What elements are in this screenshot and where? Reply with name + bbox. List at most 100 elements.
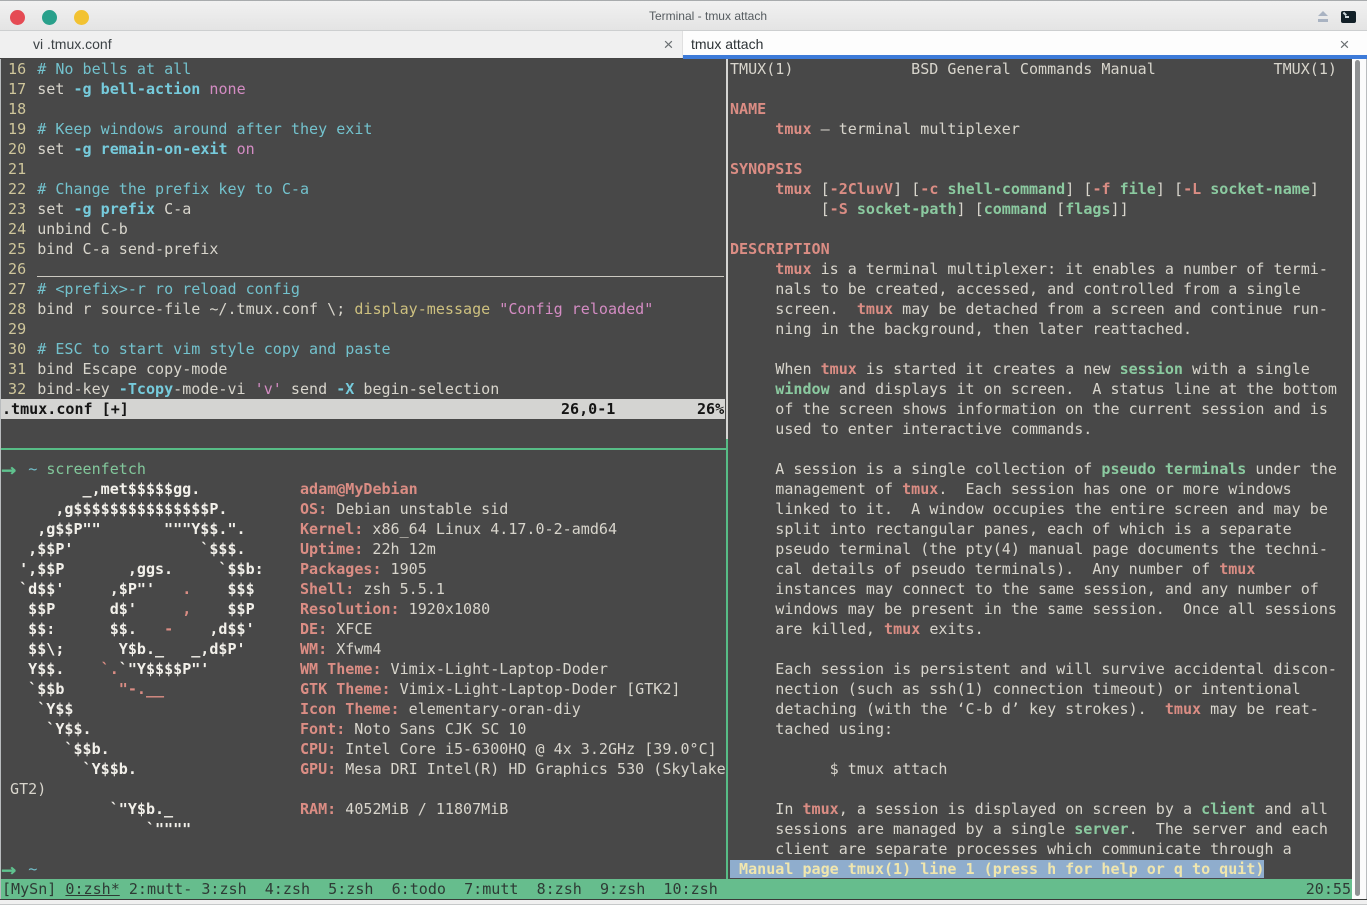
shell-line: ,$$P' `$$$. Uptime: 22h 12m [1,539,436,559]
close-icon[interactable]: × [1336,37,1353,54]
vi-line: 23 set -g prefix C-a [1,199,191,219]
man-line: [-S socket-path] [command [flags]] [730,199,1129,219]
man-line: are killed, tmux exits. [730,619,984,639]
man-line: tached using: [730,719,893,739]
man-line: screen. tmux may be detached from a scre… [730,299,1328,319]
tab-label: vi .tmux.conf [33,31,112,58]
man-line: Each session is persistent and will surv… [730,659,1337,679]
man-line: tmux [-2CluvV] [-c shell-command] [-f fi… [730,179,1319,199]
shell-line: GT2) [1,779,46,799]
tmux-window-6[interactable]: 6:todo [392,880,446,898]
shell-line: _,met$$$$$gg. adam@MyDebian [1,479,418,499]
man-line: TMUX(1) BSD General Commands Manual TMUX… [730,59,1337,79]
vi-filename: .tmux.conf [+] [2,399,129,419]
terminal-viewport[interactable]: 16 # No bells at all 17 set -g bell-acti… [1,59,1352,899]
tmux-window-3[interactable]: 3:zsh [201,880,246,898]
vi-line: 16 # No bells at all [1,59,191,79]
close-icon[interactable]: × [660,37,677,54]
man-line: detaching (with the ‘C-b d’ key strokes)… [730,699,1319,719]
vi-line: 26 [1,259,37,279]
terminal-window: Terminal - tmux attach vi .tmux.conf × t… [0,0,1367,905]
shell-line: $$: $$. - ,d$$' DE: XFCE [1,619,372,639]
vi-line: 18 [1,99,37,119]
man-line: of the screen shows information on the c… [730,399,1328,419]
vi-statusline: .tmux.conf [+] 26,0-1 26% [1,399,725,419]
man-line: split into rectangular panes, each of wh… [730,519,1292,539]
man-line: DESCRIPTION [730,239,830,259]
vi-line: 31 bind Escape copy-mode [1,359,228,379]
vi-line: 24 unbind C-b [1,219,128,239]
tmux-window-4[interactable]: 4:zsh [265,880,310,898]
tmux-window-0[interactable]: 0:zsh* [65,880,119,898]
tmux-session-name: [MySn] [2,880,65,898]
vi-cursorline-rule [37,276,724,277]
man-line: management of tmux. Each session has one… [730,479,1292,499]
scrollbar-thumb[interactable] [1355,60,1360,896]
tmux-window-5[interactable]: 5:zsh [328,880,373,898]
man-line: cal details of pseudo terminals). Any nu… [730,559,1255,579]
close-button[interactable] [10,10,25,25]
shell-line: `$$b. CPU: Intel Core i5-6300HQ @ 4x 3.2… [1,739,717,759]
man-line: window and displays it on screen. A stat… [730,379,1337,399]
tmux-window-8[interactable]: 8:zsh [537,880,582,898]
shell-line: `Y$$. Font: Noto Sans CJK SC 10 [1,719,526,739]
vi-line: 21 [1,159,37,179]
man-line: tmux — terminal multiplexer [730,119,1020,139]
shell-line: `Y$$b. GPU: Mesa DRI Intel(R) HD Graphic… [1,759,726,779]
man-line: nals to be created, accessed, and contro… [730,279,1301,299]
tmux-window-9[interactable]: 9:zsh [600,880,645,898]
tmux-pane-divider-vertical[interactable] [726,59,728,439]
man-line: pseudo terminal (the pty(4) manual page … [730,539,1328,559]
tmux-window-2[interactable]: 2:mutt- [129,880,192,898]
vi-line: 29 [1,319,37,339]
man-line: windows may be present in the same sessi… [730,599,1337,619]
man-line: ning in the background, then later reatt… [730,319,1192,339]
man-line: nection (such as ssh(1) connection timeo… [730,679,1301,699]
man-line: tmux is a terminal multiplexer: it enabl… [730,259,1328,279]
shell-line: $$\; Y$b._ _,d$P' WM: Xfwm4 [1,639,382,659]
vi-line: 20 set -g remain-on-exit on [1,139,255,159]
scrollbar[interactable] [1352,59,1366,899]
man-line: A session is a single collection of pseu… [730,459,1337,479]
shell-line: `Y$$ Icon Theme: elementary-oran-diy [1,699,581,719]
tmux-clock: 20:55 [1306,879,1351,899]
tmux-pane-divider-horizontal[interactable] [1,448,728,450]
man-line: NAME [730,99,766,119]
shell-line: `d$$' ,$P"' . $$$ Shell: zsh 5.5.1 [1,579,445,599]
man-line: Manual page tmux(1) line 1 (press h for … [730,859,1264,879]
tmux-pane-divider-vertical-active[interactable] [726,439,728,879]
shell-line: → ~ [1,859,37,879]
minimize-button[interactable] [42,10,57,25]
tab-bar: vi .tmux.conf × tmux attach × [0,31,1367,59]
man-line: instances may connect to the same sessio… [730,579,1319,599]
vi-line: 30 # ESC to start vim style copy and pas… [1,339,391,359]
vi-line: 19 # Keep windows around after they exit [1,119,372,139]
man-line: $ tmux attach [730,759,947,779]
tab-label: tmux attach [691,31,763,58]
tmux-window-7[interactable]: 7:mutt [464,880,518,898]
shade-icon[interactable] [1316,11,1330,23]
maximize-button[interactable] [74,10,89,25]
shell-line: → ~ screenfetch [1,459,146,479]
shell-line: $$P d$' , $$P Resolution: 1920x1080 [1,599,490,619]
vi-line: 28 bind r source-file ~/.tmux.conf \; di… [1,299,653,319]
tmux-window-list: [MySn] 0:zsh* 2:mutt- 3:zsh 4:zsh 5:zsh … [2,879,718,899]
man-line: When tmux is started it creates a new se… [730,359,1310,379]
vi-scroll-percent: 26% [697,399,724,419]
tmux-status-bar: [MySn] 0:zsh* 2:mutt- 3:zsh 4:zsh 5:zsh … [1,879,1352,899]
man-line: sessions are managed by a single server.… [730,819,1328,839]
window-border-bottom [0,899,1367,905]
man-line: In tmux, a session is displayed on scree… [730,799,1328,819]
tab-vi-tmux-conf[interactable]: vi .tmux.conf × [0,31,683,58]
shell-line: `$$b "-.__ GTK Theme: Vimix-Light-Laptop… [1,679,680,699]
tmux-window-10[interactable]: 10:zsh [663,880,717,898]
terminal-app-icon [1341,11,1356,23]
man-line: used to enter interactive commands. [730,419,1092,439]
vi-ruler: 26,0-1 [561,399,615,419]
shell-line: ,g$$P"" """Y$$.". Kernel: x86_64 Linux 4… [1,519,617,539]
vi-line: 22 # Change the prefix key to C-a [1,179,309,199]
shell-line: `"Y$b._ RAM: 4052MiB / 11807MiB [1,799,508,819]
shell-line: ',$$P ,ggs. `$$b: Packages: 1905 [1,559,427,579]
shell-line: ,g$$$$$$$$$$$$$$$P. OS: Debian unstable … [1,499,508,519]
titlebar[interactable]: Terminal - tmux attach [0,0,1367,31]
